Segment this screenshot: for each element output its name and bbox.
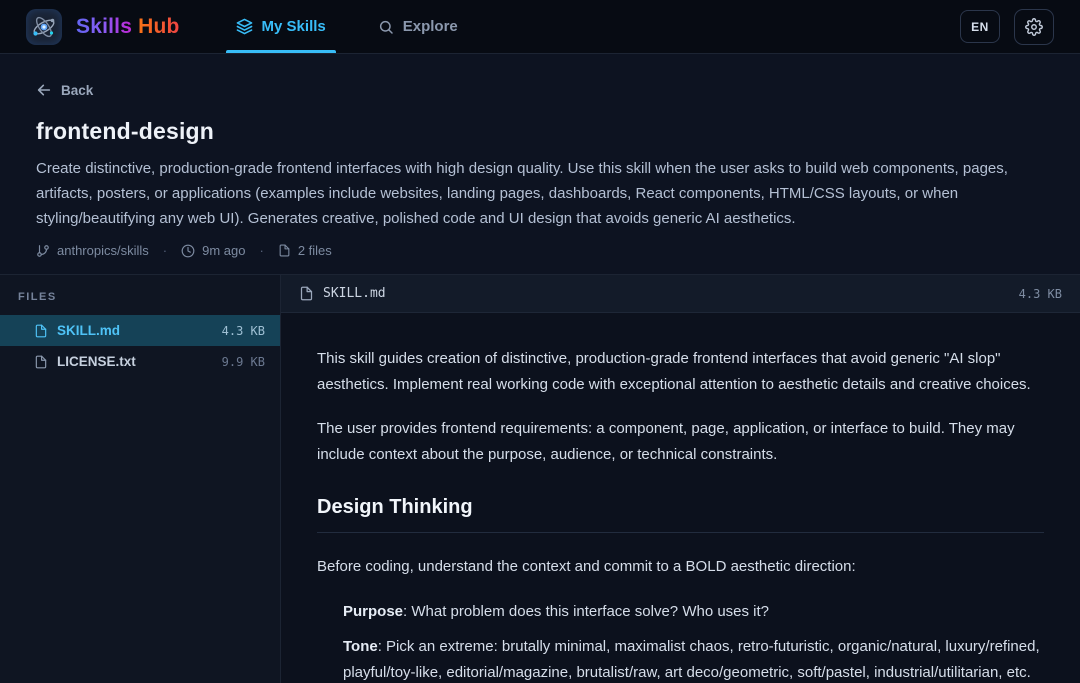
meta-separator: ·: [163, 243, 167, 258]
git-branch-icon: [36, 244, 50, 258]
page-title: frontend-design: [36, 118, 1044, 145]
search-icon: [378, 19, 394, 35]
list-term: Tone: [343, 638, 378, 655]
atom-icon: [31, 14, 57, 40]
list-item: Tone: Pick an extreme: brutally minimal,…: [343, 634, 1044, 683]
repo-name: anthropics/skills: [57, 243, 149, 258]
markdown-content[interactable]: This skill guides creation of distinctiv…: [281, 313, 1080, 683]
paragraph: This skill guides creation of distinctiv…: [317, 346, 1044, 397]
clock-icon: [181, 244, 195, 258]
file-icon: [34, 355, 48, 369]
files-sidebar: FILES SKILL.md 4.3 KB LICENSE.txt 9.9 KB: [0, 275, 281, 683]
list-term: Purpose: [343, 603, 403, 620]
skill-header: Back frontend-design Create distinctive,…: [0, 54, 1080, 275]
app-title-hub: Hub: [138, 15, 179, 38]
file-size: 9.9 KB: [222, 355, 265, 369]
section-heading: Design Thinking: [317, 496, 1044, 533]
list-item: Purpose: What problem does this interfac…: [343, 599, 1044, 625]
file-size: 4.3 KB: [222, 324, 265, 338]
meta-separator: ·: [259, 243, 263, 258]
brand[interactable]: Skills Hub: [26, 0, 180, 53]
settings-button[interactable]: [1014, 9, 1054, 45]
file-icon: [299, 286, 314, 301]
tab-label: Explore: [403, 18, 458, 35]
viewer-header: SKILL.md 4.3 KB: [281, 275, 1080, 313]
repo-meta: anthropics/skills: [36, 243, 149, 258]
app-title-skills: Skills: [76, 15, 132, 38]
paragraph: The user provides frontend requirements:…: [317, 416, 1044, 467]
file-row-license-txt[interactable]: LICENSE.txt 9.9 KB: [0, 346, 280, 377]
tab-my-skills[interactable]: My Skills: [230, 0, 332, 53]
language-button[interactable]: EN: [960, 10, 1000, 43]
tab-label: My Skills: [262, 18, 326, 35]
back-label: Back: [61, 83, 93, 98]
back-button[interactable]: Back: [36, 82, 93, 98]
list-text: : Pick an extreme: brutally minimal, max…: [343, 638, 1040, 683]
file-name: SKILL.md: [57, 323, 120, 338]
files-heading: FILES: [0, 275, 280, 315]
tab-explore[interactable]: Explore: [372, 0, 464, 53]
arrow-left-icon: [36, 82, 52, 98]
file-row-skill-md[interactable]: SKILL.md 4.3 KB: [0, 315, 280, 346]
skill-meta: anthropics/skills · 9m ago · 2 files: [36, 243, 1044, 258]
nav-tabs: My Skills Explore: [230, 0, 504, 53]
file-count-meta: 2 files: [278, 243, 332, 258]
file-name: LICENSE.txt: [57, 354, 136, 369]
app-logo: [26, 9, 62, 45]
viewer-filename: SKILL.md: [323, 286, 386, 301]
list-text: : What problem does this interface solve…: [403, 603, 769, 620]
file-icon: [34, 324, 48, 338]
skill-description: Create distinctive, production-grade fro…: [36, 156, 1044, 231]
updated-meta: 9m ago: [181, 243, 245, 258]
definition-list: Purpose: What problem does this interfac…: [343, 599, 1044, 683]
file-icon: [278, 244, 291, 257]
updated-time: 9m ago: [202, 243, 245, 258]
app-title: Skills Hub: [76, 15, 180, 39]
file-browser: FILES SKILL.md 4.3 KB LICENSE.txt 9.9 KB: [0, 275, 1080, 683]
top-navbar: Skills Hub My Skills Explore EN: [0, 0, 1080, 54]
gear-icon: [1025, 18, 1043, 36]
file-viewer: SKILL.md 4.3 KB This skill guides creati…: [281, 275, 1080, 683]
viewer-filesize: 4.3 KB: [1019, 287, 1062, 301]
layers-icon: [236, 18, 253, 35]
file-count: 2 files: [298, 243, 332, 258]
paragraph: Before coding, understand the context an…: [317, 554, 1044, 580]
navbar-actions: EN: [960, 0, 1054, 53]
